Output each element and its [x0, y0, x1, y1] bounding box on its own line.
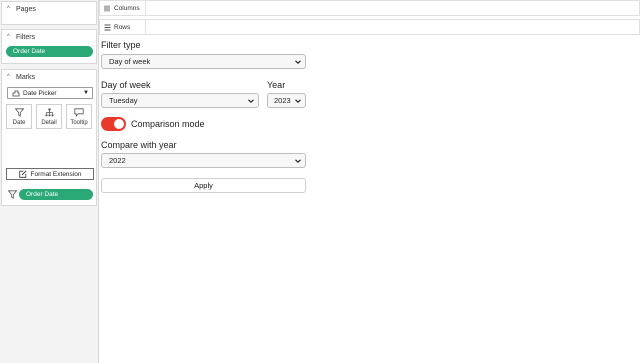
- comparison-mode-toggle[interactable]: [101, 117, 126, 131]
- dropdown-arrow-icon: ▼: [83, 90, 89, 96]
- columns-shelf[interactable]: Columns: [99, 0, 640, 16]
- mark-type-dropdown[interactable]: Date Picker ▼: [7, 87, 93, 99]
- filter-funnel-icon: [8, 190, 17, 199]
- detail-hierarchy-icon: [44, 107, 54, 116]
- day-of-week-value: Tuesday: [109, 96, 138, 105]
- toggle-knob: [114, 119, 124, 129]
- comparison-mode-label: Comparison mode: [131, 119, 205, 129]
- marks-filter-pill-order-date[interactable]: Order Date: [19, 189, 93, 200]
- columns-shelf-label: Columns: [100, 1, 146, 15]
- filter-type-value: Day of week: [109, 57, 151, 66]
- year-label: Year: [267, 80, 286, 90]
- compare-year-label: Compare with year: [101, 140, 177, 150]
- format-extension-label: Format Extension: [30, 170, 82, 178]
- extension-icon: [12, 90, 20, 96]
- filter-type-select[interactable]: Day of week: [101, 54, 306, 69]
- rows-label: Rows: [114, 23, 131, 31]
- marks-header[interactable]: ^ Marks: [2, 70, 96, 84]
- rows-shelf[interactable]: Rows: [99, 19, 640, 35]
- year-value: 2023: [274, 96, 291, 105]
- filters-header[interactable]: ^ Filters: [2, 30, 96, 44]
- collapse-caret-icon[interactable]: ^: [7, 74, 13, 80]
- day-of-week-select[interactable]: Tuesday: [101, 93, 259, 108]
- chevron-down-icon: [295, 99, 301, 103]
- edit-pencil-icon: [18, 170, 27, 178]
- marks-card: ^ Marks Date Picker ▼ Date Detail Toolti…: [1, 69, 97, 206]
- filters-title: Filters: [16, 33, 36, 41]
- format-extension-button[interactable]: Format Extension: [6, 168, 94, 180]
- filter-funnel-icon: [14, 107, 24, 117]
- filter-type-label: Filter type: [101, 40, 141, 50]
- mark-tooltip-label: Tooltip: [70, 119, 88, 126]
- mark-date-label: Date: [12, 119, 26, 126]
- collapse-caret-icon[interactable]: ^: [7, 6, 13, 12]
- columns-icon: [104, 5, 110, 11]
- mark-date-button[interactable]: Date: [6, 104, 32, 129]
- rows-icon: [104, 24, 111, 30]
- mark-type-value: Date Picker: [23, 89, 57, 97]
- mark-detail-label: Detail: [41, 119, 57, 126]
- apply-button[interactable]: Apply: [101, 178, 306, 193]
- pages-card: ^ Pages: [1, 1, 97, 25]
- sidebar: ^ Pages ^ Filters Order Date ^ Marks Dat…: [0, 0, 99, 363]
- chevron-down-icon: [295, 159, 301, 163]
- chevron-down-icon: [248, 99, 254, 103]
- pages-title: Pages: [16, 5, 36, 13]
- compare-year-select[interactable]: 2022: [101, 153, 306, 168]
- compare-year-value: 2022: [109, 156, 126, 165]
- pages-header[interactable]: ^ Pages: [2, 2, 96, 16]
- tooltip-speech-bubble-icon: [74, 107, 84, 117]
- marks-title: Marks: [16, 73, 36, 81]
- filter-pill-order-date[interactable]: Order Date: [6, 46, 93, 57]
- mark-tooltip-button[interactable]: Tooltip: [66, 104, 92, 129]
- mark-detail-button[interactable]: Detail: [36, 104, 62, 129]
- chevron-down-icon: [295, 60, 301, 64]
- year-select[interactable]: 2023: [267, 93, 306, 108]
- rows-shelf-label: Rows: [100, 20, 146, 34]
- collapse-caret-icon[interactable]: ^: [7, 34, 13, 40]
- columns-label: Columns: [114, 4, 140, 12]
- filters-card: ^ Filters Order Date: [1, 29, 97, 64]
- day-of-week-label: Day of week: [101, 80, 151, 90]
